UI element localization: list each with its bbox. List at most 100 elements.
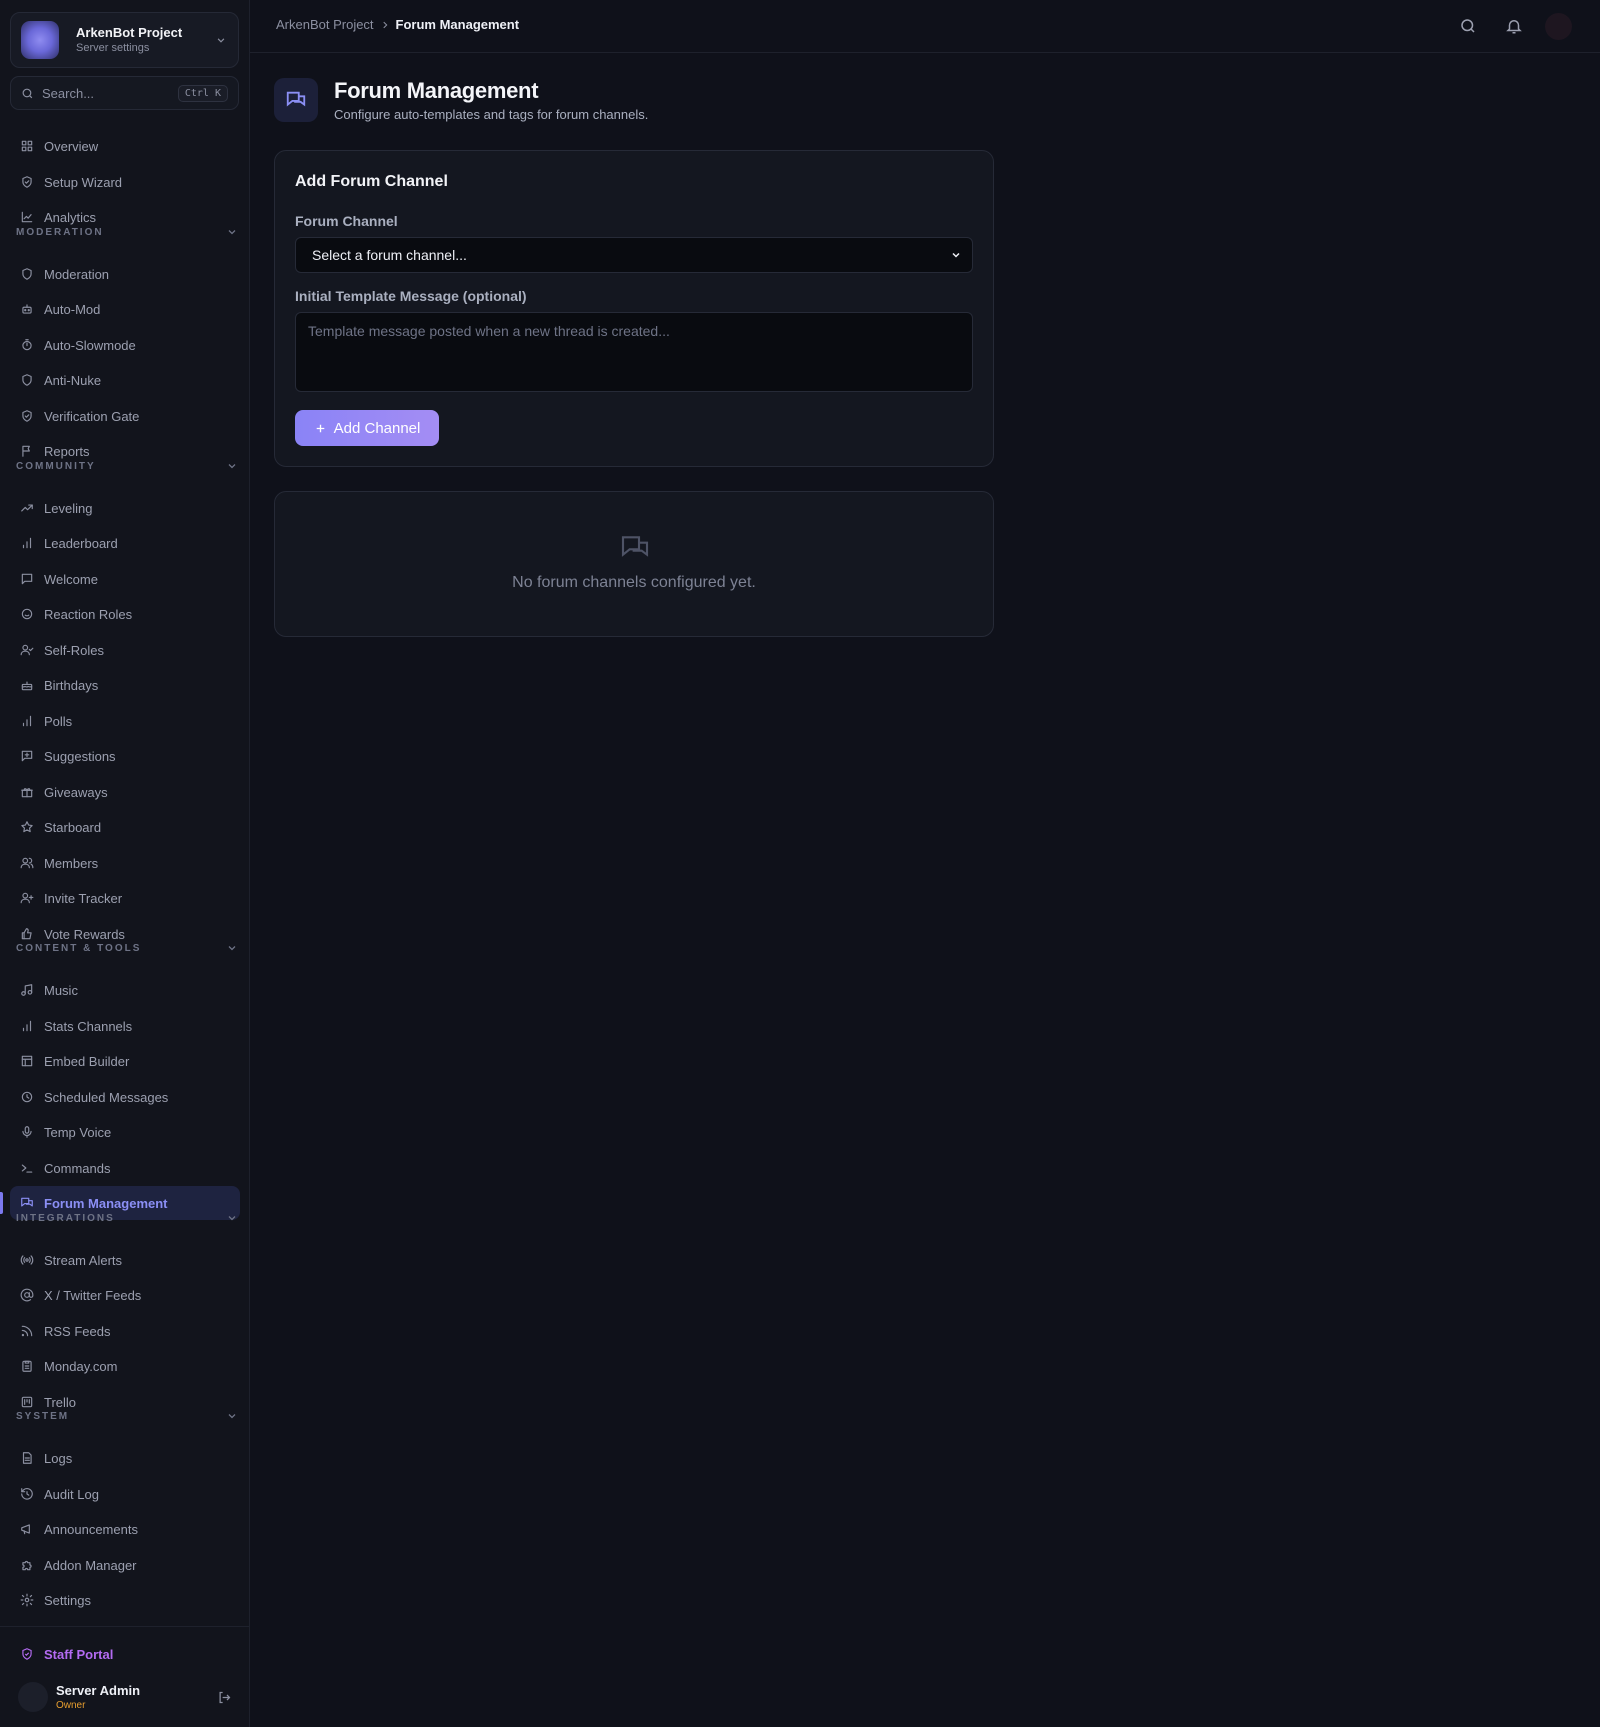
sidebar-item-label: Commands (44, 1160, 111, 1176)
sidebar-item-monday-com[interactable]: Monday.com (10, 1349, 240, 1383)
add-forum-card: Add Forum Channel Forum Channel Select a… (274, 150, 994, 467)
sidebar-item-label: Vote Rewards (44, 926, 125, 942)
search-shortcut: Ctrl K (177, 84, 228, 102)
terminal-icon (21, 1164, 33, 1173)
avatar[interactable] (18, 1682, 48, 1712)
sidebar-item-audit-log[interactable]: Audit Log (10, 1477, 240, 1511)
sidebar-item-verification-gate[interactable]: Verification Gate (10, 399, 240, 433)
clipboard-icon (22, 1360, 32, 1372)
kanban-icon (21, 1396, 33, 1408)
clock-icon (21, 1091, 33, 1103)
history-icon (21, 1488, 33, 1500)
sidebar-item-label: Starboard (44, 819, 102, 835)
template-label: Initial Template Message (optional) (295, 288, 527, 304)
sidebar-item-label: Temp Voice (44, 1124, 112, 1140)
section-header-content-tools[interactable]: CONTENT & TOOLS (16, 942, 238, 954)
staff-portal-label: Staff Portal (44, 1646, 114, 1662)
project-switcher[interactable]: ArkenBot Project Server settings (10, 12, 239, 68)
sidebar-item-scheduled-messages[interactable]: Scheduled Messages (10, 1080, 240, 1114)
sidebar-item-stream-alerts[interactable]: Stream Alerts (10, 1243, 240, 1277)
sidebar-item-label: Reaction Roles (44, 606, 133, 622)
sidebar-item-label: Verification Gate (44, 408, 140, 424)
sidebar-item-temp-voice[interactable]: Temp Voice (10, 1115, 240, 1149)
section-header-integrations[interactable]: INTEGRATIONS (16, 1212, 238, 1224)
sidebar-item-setup-wizard[interactable]: Setup Wizard (10, 165, 240, 199)
section-title: INTEGRATIONS (16, 1212, 115, 1224)
sidebar-item-label: Announcements (44, 1521, 138, 1537)
sidebar-search[interactable]: Search... Ctrl K (10, 76, 239, 110)
sidebar-item-rss-feeds[interactable]: RSS Feeds (10, 1314, 240, 1348)
page-icon (274, 78, 318, 122)
chevron-down-icon (228, 1216, 236, 1221)
sidebar-item-logs[interactable]: Logs (10, 1441, 240, 1475)
sidebar-item-members[interactable]: Members (10, 846, 240, 880)
empty-state-text: No forum channels configured yet. (512, 574, 756, 591)
sidebar-item-label: Auto-Mod (44, 301, 101, 317)
gift-icon (21, 788, 33, 798)
section-title: CONTENT & TOOLS (16, 942, 142, 954)
search-placeholder: Search... (42, 85, 95, 101)
sidebar-item-label: Trello (44, 1394, 77, 1410)
sidebar-item-suggestions[interactable]: Suggestions (10, 739, 240, 773)
sidebar-item-reaction-roles[interactable]: Reaction Roles (10, 597, 240, 631)
sidebar-item-overview[interactable]: Overview (10, 129, 240, 163)
section-header-community[interactable]: COMMUNITY (16, 460, 238, 472)
staff-portal-link[interactable]: Staff Portal (10, 1637, 240, 1671)
sidebar-item-label: Invite Tracker (44, 890, 123, 906)
sidebar-item-birthdays[interactable]: Birthdays (10, 668, 240, 702)
sidebar-item-embed-builder[interactable]: Embed Builder (10, 1044, 240, 1078)
grid-icon (21, 140, 33, 152)
chevron-down-icon (228, 946, 236, 951)
sidebar-item-welcome[interactable]: Welcome (10, 562, 240, 596)
sidebar-item-label: Polls (44, 713, 73, 729)
forum-channel-label: Forum Channel (295, 213, 398, 229)
sidebar-item-auto-slowmode[interactable]: Auto-Slowmode (10, 328, 240, 362)
sidebar-item-label: Moderation (44, 266, 110, 282)
sidebar-item-label: Leaderboard (44, 535, 118, 551)
messages-icon (621, 536, 649, 557)
bell-icon[interactable] (1505, 17, 1523, 35)
line-chart-icon (21, 211, 33, 223)
sidebar-item-label: Embed Builder (44, 1053, 130, 1069)
bar-chart-icon (22, 715, 32, 727)
users-icon (20, 857, 34, 869)
forum-channel-select[interactable]: Select a forum channel... (295, 237, 973, 273)
sidebar-item-invite-tracker[interactable]: Invite Tracker (10, 881, 240, 915)
sidebar-item-settings[interactable]: Settings (10, 1583, 240, 1617)
sidebar-item-anti-nuke[interactable]: Anti-Nuke (10, 363, 240, 397)
puzzle-icon (22, 1560, 32, 1571)
section-header-system[interactable]: SYSTEM (16, 1410, 238, 1422)
sidebar-item-label: Anti-Nuke (44, 372, 102, 388)
sidebar-item-polls[interactable]: Polls (10, 704, 240, 738)
sidebar-item-auto-mod[interactable]: Auto-Mod (10, 292, 240, 326)
sidebar-item-leveling[interactable]: Leveling (10, 491, 240, 525)
active-indicator (0, 1192, 3, 1214)
template-textarea[interactable]: Template message posted when a new threa… (295, 312, 973, 392)
sidebar-item-moderation[interactable]: Moderation (10, 257, 240, 291)
breadcrumb-current: Forum Management (395, 17, 520, 32)
search-icon[interactable] (1459, 17, 1477, 35)
breadcrumb-root[interactable]: ArkenBot Project (276, 17, 374, 32)
sidebar-item-giveaways[interactable]: Giveaways (10, 775, 240, 809)
sidebar-item-addon-manager[interactable]: Addon Manager (10, 1548, 240, 1582)
sidebar-item-label: Logs (44, 1450, 73, 1466)
sidebar-item-x-twitter-feeds[interactable]: X / Twitter Feeds (10, 1278, 240, 1312)
sidebar-item-label: Settings (44, 1592, 91, 1608)
section-header-moderation[interactable]: MODERATION (16, 226, 238, 238)
sidebar-item-starboard[interactable]: Starboard (10, 810, 240, 844)
user-card: Server Admin Owner (18, 1678, 232, 1716)
logout-icon[interactable] (217, 1690, 232, 1705)
sidebar-item-label: Self-Roles (44, 642, 104, 658)
sidebar-item-announcements[interactable]: Announcements (10, 1512, 240, 1546)
messages-icon (21, 1197, 33, 1207)
sidebar-item-music[interactable]: Music (10, 973, 240, 1007)
sidebar-item-stats-channels[interactable]: Stats Channels (10, 1009, 240, 1043)
sidebar-item-leaderboard[interactable]: Leaderboard (10, 526, 240, 560)
sidebar-item-commands[interactable]: Commands (10, 1151, 240, 1185)
sidebar-item-label: Setup Wizard (44, 174, 123, 190)
card-title: Add Forum Channel (295, 173, 448, 190)
sidebar-item-self-roles[interactable]: Self-Roles (10, 633, 240, 667)
top-bar: ArkenBot Project Forum Management (250, 0, 1600, 53)
add-channel-button[interactable]: Add Channel (295, 410, 439, 446)
avatar[interactable] (1545, 13, 1572, 40)
